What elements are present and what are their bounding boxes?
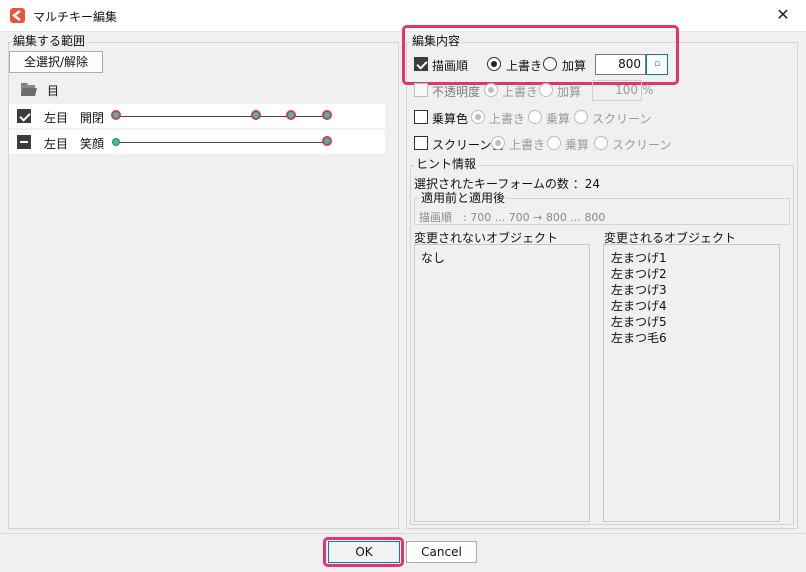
track-group-name: 左目 bbox=[44, 137, 69, 151]
opacity-add-label: 加算 bbox=[557, 85, 582, 99]
track-group-name: 左目 bbox=[44, 111, 69, 125]
before-after-text: 描画順 : 700 ... 700 → 800 ... 800 bbox=[419, 211, 606, 224]
draw-order-spin-button[interactable]: ▫ bbox=[646, 54, 668, 75]
list-item[interactable]: 左まつげ2 bbox=[611, 266, 667, 282]
close-icon[interactable]: ✕ bbox=[772, 4, 794, 26]
folder-row[interactable]: 目 bbox=[9, 77, 398, 103]
footer-divider bbox=[0, 533, 806, 534]
track-param-name: 笑顔 bbox=[80, 137, 105, 151]
screen-multiply-label: 乗算 bbox=[565, 138, 590, 152]
screen-screen-label: スクリーン bbox=[612, 138, 672, 152]
list-item[interactable]: 左まつげ5 bbox=[611, 314, 667, 330]
screen-screen-radio[interactable] bbox=[594, 136, 608, 150]
multiply-overwrite-label: 上書き bbox=[489, 112, 526, 126]
app-logo-icon bbox=[10, 8, 25, 23]
opacity-checkbox[interactable] bbox=[414, 83, 428, 97]
keyframe-dot[interactable] bbox=[251, 110, 261, 120]
ok-button[interactable]: OK bbox=[328, 541, 400, 563]
hint-group-label: ヒント情報 bbox=[414, 157, 479, 171]
screen-color-checkbox[interactable] bbox=[414, 136, 428, 150]
multiply-color-label: 乗算色 bbox=[432, 112, 469, 126]
list-item[interactable]: 左まつげ1 bbox=[611, 250, 667, 266]
keyframe-dot[interactable] bbox=[111, 110, 121, 120]
draw-order-overwrite-radio[interactable] bbox=[487, 57, 501, 71]
multiply-multiply-radio[interactable] bbox=[528, 110, 542, 124]
folder-icon bbox=[21, 83, 37, 96]
multiply-screen-label: スクリーン bbox=[592, 112, 652, 126]
multiply-color-checkbox[interactable] bbox=[414, 110, 428, 124]
cancel-button[interactable]: Cancel bbox=[406, 541, 477, 563]
keyframe-dot[interactable] bbox=[286, 110, 296, 120]
track-row[interactable]: 左目 笑顔 bbox=[9, 130, 385, 154]
multiply-multiply-label: 乗算 bbox=[546, 112, 571, 126]
opacity-label: 不透明度 bbox=[432, 85, 481, 99]
draw-order-checkbox[interactable] bbox=[414, 57, 428, 71]
opacity-overwrite-radio[interactable] bbox=[484, 83, 498, 97]
selected-keyform-count: 選択されたキーフォームの数 ：24 bbox=[414, 177, 601, 191]
track-row[interactable]: 左目 開閉 bbox=[9, 104, 385, 128]
window-title: マルチキー編集 bbox=[33, 10, 118, 24]
multiply-overwrite-radio[interactable] bbox=[471, 110, 485, 124]
opacity-overwrite-label: 上書き bbox=[502, 85, 539, 99]
keyframe-dot[interactable] bbox=[322, 110, 332, 120]
draw-order-add-label: 加算 bbox=[562, 59, 587, 73]
list-item[interactable]: 左まつげ3 bbox=[611, 282, 667, 298]
changed-objects-list[interactable]: 左まつげ1 左まつげ2 左まつげ3 左まつげ4 左まつげ5 左まつ毛6 bbox=[603, 244, 780, 522]
list-item[interactable]: 左まつ毛6 bbox=[611, 330, 667, 346]
track-checkbox[interactable] bbox=[17, 109, 31, 123]
opacity-add-radio[interactable] bbox=[539, 83, 553, 97]
screen-multiply-radio[interactable] bbox=[547, 136, 561, 150]
edit-range-label: 編集する範囲 bbox=[11, 34, 88, 48]
screen-overwrite-radio[interactable] bbox=[491, 136, 505, 150]
screen-overwrite-label: 上書き bbox=[509, 138, 546, 152]
opacity-input[interactable]: 100 bbox=[592, 80, 642, 101]
before-after-label: 適用前と適用後 bbox=[419, 191, 508, 205]
unchanged-objects-list[interactable]: なし bbox=[414, 244, 590, 522]
select-all-button[interactable]: 全選択/解除 bbox=[9, 51, 103, 73]
multiply-screen-radio[interactable] bbox=[574, 110, 588, 124]
folder-label: 目 bbox=[47, 84, 60, 98]
keyframe-dot[interactable] bbox=[112, 138, 120, 146]
edit-content-label: 編集内容 bbox=[410, 34, 463, 48]
draw-order-add-radio[interactable] bbox=[543, 57, 557, 71]
keyframe-dot[interactable] bbox=[322, 136, 332, 146]
list-item[interactable]: なし bbox=[421, 250, 445, 266]
track-checkbox[interactable] bbox=[17, 135, 31, 149]
draw-order-input[interactable]: 800 bbox=[595, 54, 646, 75]
list-item[interactable]: 左まつげ4 bbox=[611, 298, 667, 314]
draw-order-label: 描画順 bbox=[432, 59, 469, 73]
keyframe-track bbox=[117, 116, 328, 117]
keyframe-track bbox=[117, 142, 328, 143]
opacity-unit: % bbox=[642, 83, 654, 97]
draw-order-overwrite-label: 上書き bbox=[506, 59, 543, 73]
track-param-name: 開閉 bbox=[80, 111, 105, 125]
